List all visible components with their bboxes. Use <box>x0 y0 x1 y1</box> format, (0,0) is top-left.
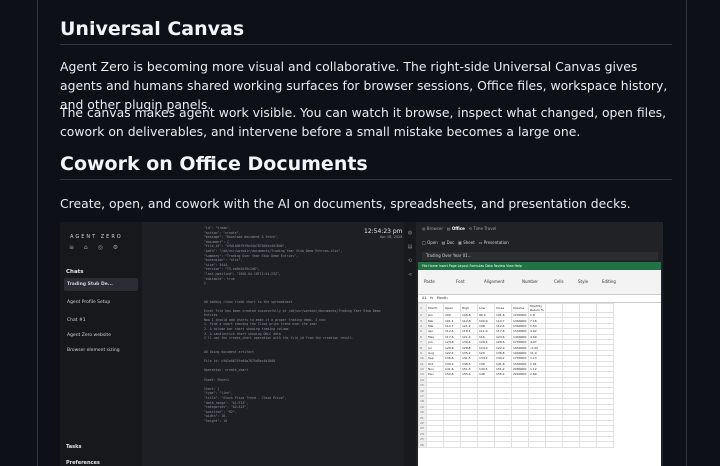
ribbon-group: Font <box>456 279 465 284</box>
preferences-label: Preferences <box>66 460 100 466</box>
chat-item: Chat #1 <box>67 318 86 323</box>
clock-time: 12:54:23 pm <box>364 228 403 235</box>
section-heading-cowork-office: Cowork on Office Documents <box>60 153 672 180</box>
sheet-cell: Close <box>494 303 512 313</box>
tab-time-travel: Time Travel <box>473 226 497 231</box>
chat-item: Browser element sizing <box>67 348 120 353</box>
sheet-cell: 1700000 <box>511 338 529 346</box>
formula-bar: A1 fx Month <box>418 295 661 303</box>
sheet-cell: High <box>460 303 478 313</box>
ribbon-groups: Paste Font Alignment Number Cells Style … <box>418 270 661 295</box>
app-sidebar: AGENT ZERO ≡ ⌂ ◎ ⚙ Chats Trading Stub De… <box>60 222 143 466</box>
paragraph-office-intro: Create, open, and cowork with the AI on … <box>60 196 631 211</box>
sheet-cell <box>562 303 580 313</box>
sheet-cell <box>596 303 614 313</box>
share-icon: ⋖ <box>407 272 413 278</box>
canvas-tabs: ◍ Browser ▤ Office ⟲ Time Travel <box>422 226 497 231</box>
sheet-cell: Open <box>443 303 461 313</box>
chat-item: Trading Stub De... <box>64 278 138 291</box>
sheet-cell <box>545 441 563 448</box>
sheet-cell <box>545 303 563 313</box>
sheet-cell <box>460 441 478 448</box>
sheet-cell <box>562 441 580 448</box>
spreadsheet-view: File Home Insert Page Layout Formulas Da… <box>418 262 661 466</box>
sheet-cell: 1700000 <box>511 355 529 362</box>
sheet-cell: 2200000 <box>511 371 529 378</box>
sheet-cell: Monthly Return % <box>528 303 546 313</box>
sheet-grid: 1 Month Open High Low Close Volume Monthly Retu… <box>418 303 614 448</box>
history-icon: ⟲ <box>407 258 413 264</box>
section-heading-universal-canvas: Universal Canvas <box>60 18 672 45</box>
sheet-cell: Low <box>477 303 495 313</box>
sheet-cell: 1500000 <box>511 360 529 367</box>
sheet-cell: 1200000 <box>511 311 529 319</box>
clock: 12:54:23 pm Apr 18, 2026 <box>364 228 403 239</box>
sheet-cell <box>494 441 512 448</box>
app-screenshot: AGENT ZERO ≡ ⌂ ◎ ⚙ Chats Trading Stub De… <box>60 222 663 466</box>
universal-canvas-panel: ◍ Browser ▤ Office ⟲ Time Travel ▢ Open … <box>416 222 663 466</box>
ribbon-group: Editing <box>602 279 616 284</box>
tab-browser: Browser <box>426 226 443 231</box>
chats-heading: Chats <box>66 269 84 275</box>
row-header: 26 <box>418 441 427 448</box>
row-header: 1 <box>418 303 427 313</box>
tasks-label: Tasks <box>66 444 82 450</box>
paragraph-canvas-visible: The canvas makes agent work visible. You… <box>60 105 667 139</box>
globe-icon: ◍ <box>407 230 413 236</box>
sheet-cell <box>443 441 461 448</box>
chat-item: Agent Profile Setup <box>67 300 111 305</box>
sheet-row: 1 Month Open High Low Close Volume Monthly Retu… <box>418 303 614 313</box>
ribbon-group: Paste <box>424 279 435 284</box>
sheet-cell <box>426 441 444 448</box>
chat-log-text: "id": "trade", "action": "create", "messag… <box>204 226 381 423</box>
doc-label: Doc <box>446 240 455 245</box>
sheet-cell <box>579 441 597 448</box>
sheet-row: 26 <box>418 441 614 448</box>
sheet-cell: 1400000 <box>511 333 529 340</box>
agent-zero-logo: AGENT ZERO <box>70 234 123 240</box>
ribbon-group: Style <box>578 279 589 284</box>
ribbon-group: Cells <box>554 279 564 284</box>
chat-item: Agent Zero website <box>67 333 111 338</box>
cell-ref: A1 <box>422 296 427 300</box>
sheet-label: Sheet <box>463 240 475 245</box>
sheet-cell <box>579 303 597 313</box>
ribbon-group: Alignment <box>484 279 505 284</box>
file-icon: ▤ <box>407 244 413 250</box>
chat-panel: "id": "trade", "action": "create", "messag… <box>142 222 426 466</box>
sheet-cell <box>528 441 546 448</box>
sheet-cell: 1360000 <box>511 322 529 330</box>
open-label: Open <box>427 240 438 245</box>
presentation-label: Presentation <box>483 240 509 245</box>
ribbon-tabs: File Home Insert Page Layout Formulas Da… <box>418 262 661 270</box>
article-content: Universal Canvas Agent Zero is becoming … <box>37 0 687 466</box>
tab-office: Office <box>451 226 465 231</box>
canvas-toolbar: ▢ Open ▤ Doc ▦ Sheet ▭ Presentation <box>422 240 509 245</box>
document-tab: Trading Over Year 01... <box>422 252 658 260</box>
sheet-cell: 1900000 <box>511 349 529 357</box>
sheet-cell: Month <box>426 303 444 313</box>
sheet-cell: 1500000 <box>511 328 529 335</box>
ribbon-group: Number <box>522 279 539 284</box>
sheet-cell <box>477 441 495 448</box>
sheet-cell: Volume <box>511 303 529 313</box>
sheet-cell <box>511 441 529 448</box>
sheet-cell: 1360000 <box>511 317 529 324</box>
clock-date: Apr 18, 2026 <box>379 235 403 239</box>
formula-value: Month <box>436 296 448 300</box>
sheet-cell: 2080000 <box>511 365 529 373</box>
sidebar-icon-row: ≡ ⌂ ◎ ⚙ <box>69 244 123 251</box>
sheet-cell <box>596 441 614 448</box>
sheet-cell: 1650000 <box>511 344 529 351</box>
